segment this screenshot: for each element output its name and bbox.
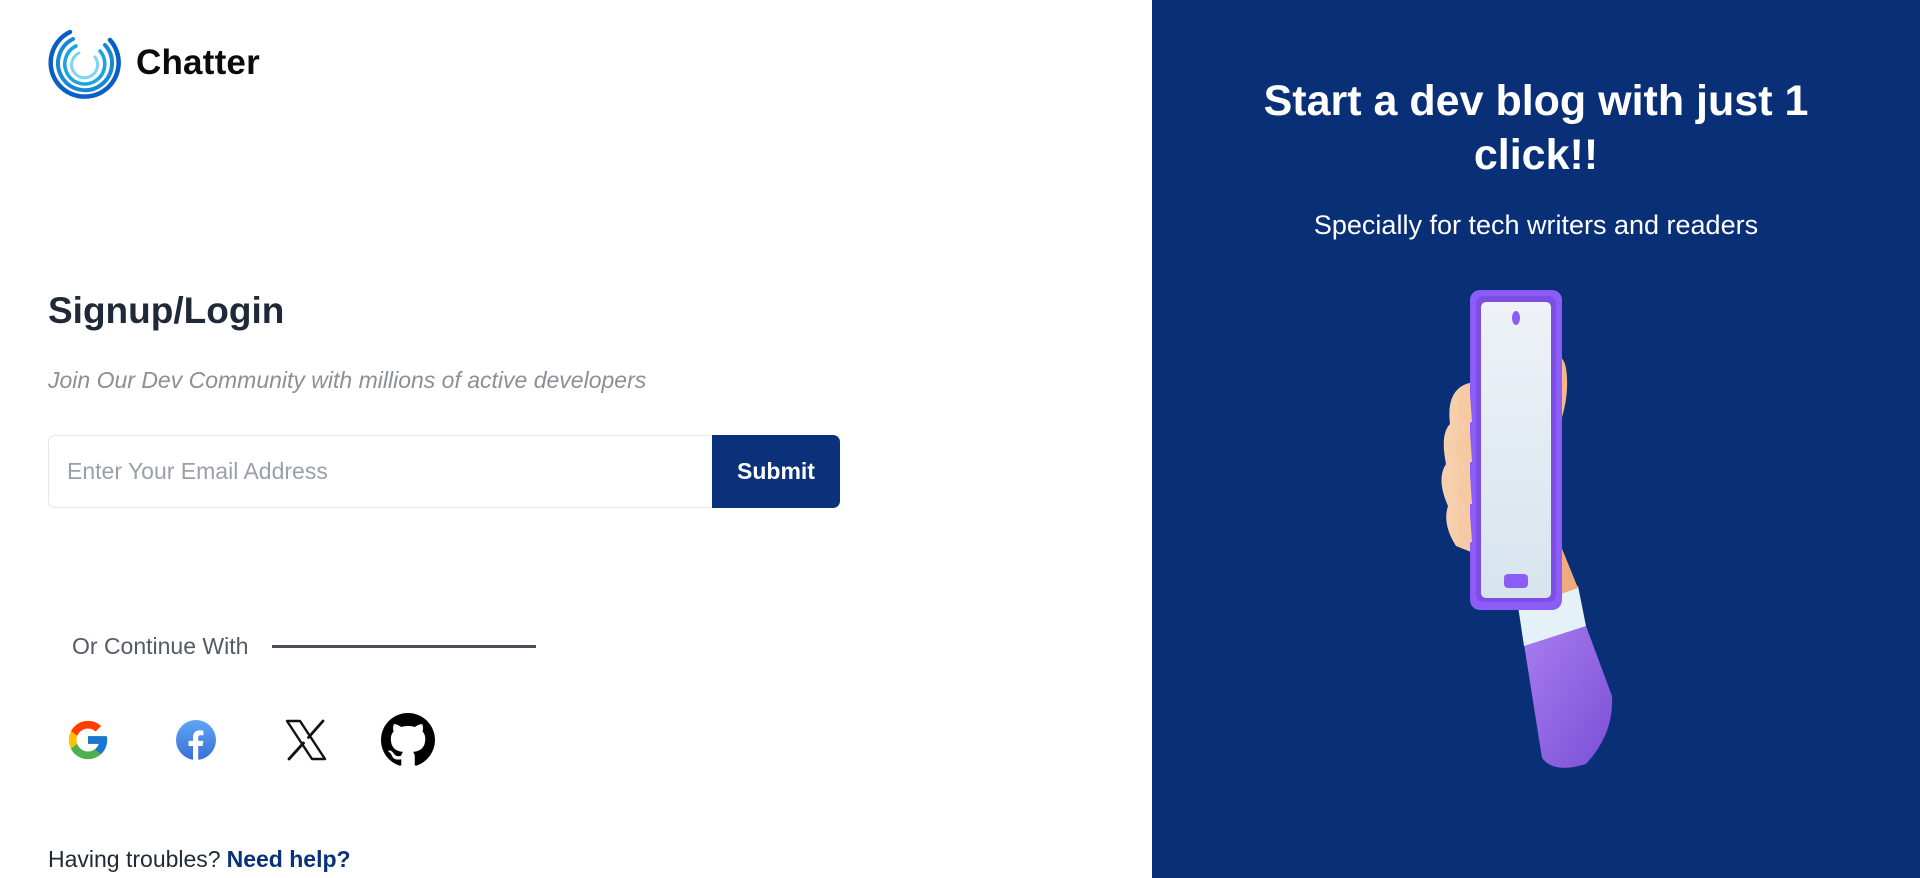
need-help-link[interactable]: Need help? — [227, 846, 351, 872]
facebook-login-button[interactable] — [168, 712, 224, 768]
social-divider: Or Continue With — [72, 633, 537, 660]
chatter-logo-icon — [48, 29, 121, 99]
page-title: Signup/Login — [48, 290, 285, 331]
page-subtitle: Join Our Dev Community with millions of … — [48, 367, 647, 393]
divider-line — [272, 645, 537, 648]
promo-title: Start a dev blog with just 1 click!! — [1263, 77, 1809, 179]
promo-panel: Start a dev blog with just 1 click!! Spe… — [1152, 0, 1920, 878]
google-icon — [68, 720, 108, 760]
facebook-icon — [176, 720, 216, 760]
divider-label: Or Continue With — [72, 633, 249, 659]
email-input[interactable] — [48, 435, 712, 508]
submit-button[interactable]: Submit — [712, 435, 840, 508]
brand-name: Chatter — [136, 43, 260, 82]
email-form: Submit — [48, 435, 840, 508]
help-row: Having troubles? Need help? — [48, 846, 351, 873]
promo-subtitle: Specially for tech writers and readers — [1313, 210, 1759, 240]
auth-page: Chatter Signup/Login Join Our Dev Commun… — [0, 0, 1920, 878]
x-icon — [285, 719, 327, 761]
hand-holding-phone-illustration — [1441, 290, 1613, 768]
brand[interactable]: Chatter — [48, 26, 260, 100]
help-prompt: Having troubles? — [48, 846, 221, 872]
github-login-button[interactable] — [380, 712, 436, 768]
auth-panel: Chatter Signup/Login Join Our Dev Commun… — [0, 0, 1152, 878]
x-login-button[interactable] — [278, 712, 334, 768]
google-login-button[interactable] — [60, 712, 116, 768]
github-icon — [381, 713, 435, 766]
